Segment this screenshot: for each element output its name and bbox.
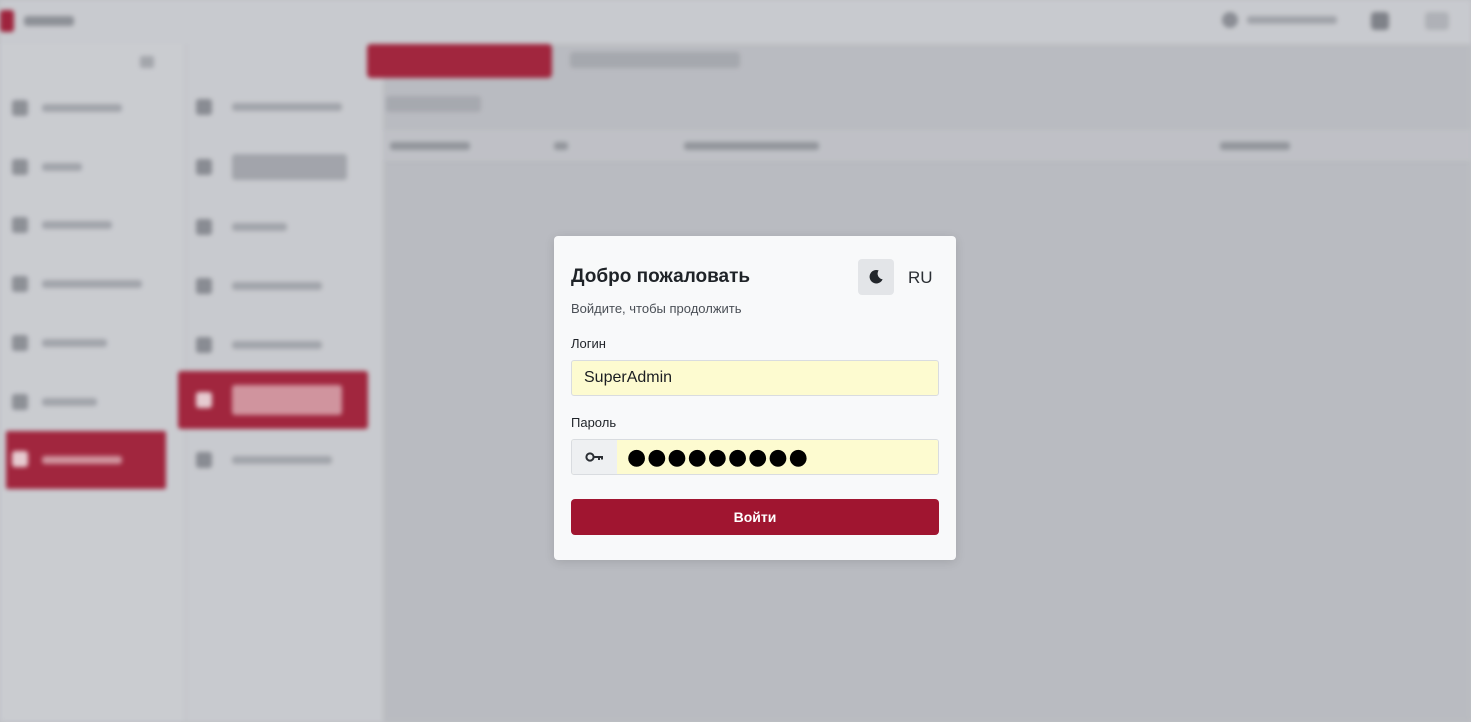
login-submit-button[interactable]: Войти xyxy=(571,499,939,535)
key-icon xyxy=(585,452,603,462)
moon-icon xyxy=(869,269,883,284)
login-title: Добро пожаловать xyxy=(571,266,751,287)
language-switcher[interactable]: RU xyxy=(908,268,933,288)
login-dialog: Добро пожаловать RU Войдите, чтобы продо… xyxy=(554,236,956,560)
login-label: Логин xyxy=(571,336,606,351)
login-subtitle: Войдите, чтобы продолжить xyxy=(571,301,742,316)
password-input[interactable] xyxy=(617,440,938,474)
login-input[interactable] xyxy=(571,360,939,396)
password-addon xyxy=(572,440,617,474)
theme-toggle-button[interactable] xyxy=(858,259,894,295)
password-label: Пароль xyxy=(571,415,617,430)
password-field xyxy=(571,439,939,475)
